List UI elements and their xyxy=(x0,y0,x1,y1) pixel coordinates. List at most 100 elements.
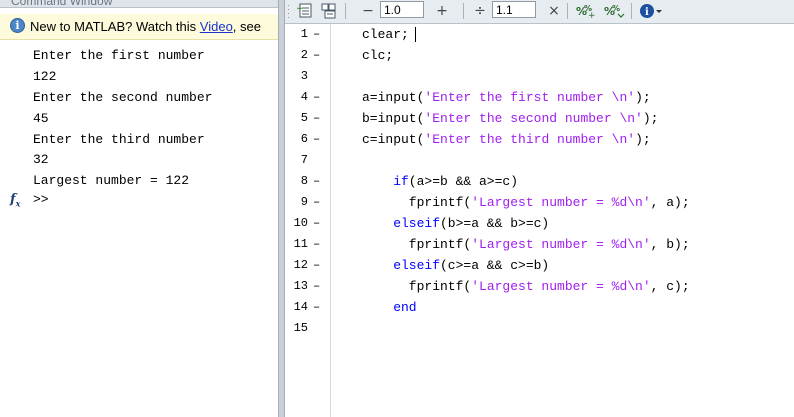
cell-scale-input[interactable] xyxy=(492,1,536,18)
line-number: 5 xyxy=(300,111,308,126)
svg-text:+: + xyxy=(588,11,596,19)
evaluate-cell-icon[interactable]: %% + xyxy=(575,2,597,20)
code-line[interactable]: fprintf('Largest number = %d\n', b); xyxy=(409,237,690,258)
code-line[interactable]: if(a>=b && a>=c) xyxy=(393,174,518,195)
code-line[interactable]: clc; xyxy=(362,48,393,69)
code-line[interactable]: b=input('Enter the second number \n'); xyxy=(362,111,658,132)
line-number: 10 xyxy=(293,216,308,231)
breakpoint-marker[interactable]: – xyxy=(313,279,320,293)
line-number-row[interactable]: 8– xyxy=(285,174,330,195)
string-token: 'Enter the second number \n' xyxy=(424,111,643,127)
line-number-row[interactable]: 13– xyxy=(285,279,330,300)
code-token: ); xyxy=(635,90,651,106)
line-number-row[interactable]: 15 xyxy=(285,321,330,342)
increment-icon[interactable]: + xyxy=(435,2,449,20)
evaluate-advance-icon[interactable]: %% xyxy=(603,2,625,20)
line-number-row[interactable]: 1– xyxy=(285,27,330,48)
line-number-row[interactable]: 5– xyxy=(285,111,330,132)
line-number: 11 xyxy=(293,237,308,252)
line-number-row[interactable]: 2– xyxy=(285,48,330,69)
code-line[interactable]: elseif(c>=a && c>=b) xyxy=(393,258,549,279)
text-caret xyxy=(415,27,416,42)
line-number-row[interactable]: 10– xyxy=(285,216,330,237)
code-line[interactable]: elseif(b>=a && b>=c) xyxy=(393,216,549,237)
pane-divider[interactable] xyxy=(278,0,285,417)
svg-text:+: + xyxy=(296,4,304,14)
line-number-row[interactable]: 7 xyxy=(285,153,330,174)
video-link[interactable]: Video xyxy=(200,19,233,34)
help-info-icon[interactable]: i xyxy=(639,2,663,20)
toolbar-separator xyxy=(463,3,464,19)
line-number: 15 xyxy=(293,321,308,336)
breakpoint-marker[interactable]: – xyxy=(313,258,320,272)
command-output: Enter the first number 122 Enter the sec… xyxy=(33,46,212,192)
code-token: fprintf( xyxy=(408,237,472,253)
toolbar-separator xyxy=(345,3,346,19)
keyword-token: elseif xyxy=(393,258,440,274)
code-token: , c); xyxy=(650,279,690,295)
code-line[interactable]: c=input('Enter the third number \n'); xyxy=(362,132,651,153)
code-area[interactable]: clear; clc; a=input('Enter the first numbe… xyxy=(331,24,794,417)
line-number: 7 xyxy=(300,153,308,168)
breakpoint-marker[interactable]: – xyxy=(313,300,320,314)
command-window[interactable]: Command Window i New to MATLAB? Watch th… xyxy=(0,0,278,417)
cell-increment-input[interactable] xyxy=(380,1,424,18)
insert-cell-icon[interactable]: + xyxy=(295,2,315,20)
breakpoint-marker[interactable]: – xyxy=(313,195,320,209)
line-number-row[interactable]: 6– xyxy=(285,132,330,153)
info-bar-prefix: New to MATLAB? Watch this xyxy=(30,19,200,34)
cell-mode-icon[interactable] xyxy=(319,2,339,20)
multiply-icon[interactable]: × xyxy=(547,2,561,20)
breakpoint-marker[interactable]: – xyxy=(313,27,320,41)
line-number-row[interactable]: 3 xyxy=(285,69,330,90)
svg-text:%: % xyxy=(612,4,620,13)
keyword-token: end xyxy=(393,300,417,316)
output-line: 45 xyxy=(33,110,49,126)
line-number-row[interactable]: 11– xyxy=(285,237,330,258)
breakpoint-marker[interactable]: – xyxy=(313,216,320,230)
command-window-titlebar: Command Window xyxy=(0,0,278,8)
breakpoint-marker[interactable]: – xyxy=(313,174,320,188)
decrement-icon[interactable]: − xyxy=(361,2,375,20)
code-token: fprintf( xyxy=(408,279,472,295)
line-number-row[interactable]: 4– xyxy=(285,90,330,111)
breakpoint-marker[interactable]: – xyxy=(313,237,320,251)
output-line: 32 xyxy=(33,152,49,168)
line-number-row[interactable]: 12– xyxy=(285,258,330,279)
output-line: Largest number = 122 xyxy=(33,173,190,189)
code-token: (a>=b && a>=c) xyxy=(408,174,519,190)
info-bar-suffix: , see xyxy=(232,19,261,34)
divide-icon[interactable]: ÷ xyxy=(473,2,487,20)
command-window-title: Command Window xyxy=(11,0,113,8)
line-number: 3 xyxy=(300,69,308,84)
code-line[interactable]: end xyxy=(393,300,416,321)
code-token: b=input( xyxy=(362,111,425,127)
code-token: , b); xyxy=(650,237,690,253)
command-prompt[interactable]: >> xyxy=(33,192,49,207)
code-token: ); xyxy=(642,111,659,127)
line-number-row[interactable]: 9– xyxy=(285,195,330,216)
code-line[interactable]: fprintf('Largest number = %d\n', c); xyxy=(409,279,690,300)
line-number: 6 xyxy=(300,132,308,147)
code-token: a=input( xyxy=(362,90,425,106)
info-bar-text: New to MATLAB? Watch this Video, see xyxy=(30,19,261,34)
editor-toolbar: + − + ÷ × %%+ %% i xyxy=(285,0,794,24)
breakpoint-marker[interactable]: – xyxy=(313,111,320,125)
code-line[interactable]: clear; xyxy=(362,27,409,48)
breakpoint-marker[interactable]: – xyxy=(313,132,320,146)
string-token: 'Largest number = %d\n' xyxy=(471,237,651,253)
function-browser-icon[interactable]: fx xyxy=(10,192,20,209)
string-token: 'Largest number = %d\n' xyxy=(471,195,651,211)
toolbar-grip-icon xyxy=(287,2,290,20)
code-line[interactable]: a=input('Enter the first number \n'); xyxy=(362,90,651,111)
editor[interactable]: + − + ÷ × %%+ %% i 1–2–34–5–6– xyxy=(285,0,794,417)
code-token: (b>=a && b>=c) xyxy=(440,216,550,232)
breakpoint-marker[interactable]: – xyxy=(313,48,320,62)
breakpoint-marker[interactable]: – xyxy=(313,90,320,104)
code-line[interactable]: fprintf('Largest number = %d\n', a); xyxy=(409,195,690,216)
code-token: fprintf( xyxy=(408,195,472,211)
code-token: c=input( xyxy=(362,132,425,148)
line-number-row[interactable]: 14– xyxy=(285,300,330,321)
line-number: 8 xyxy=(300,174,308,189)
line-number: 13 xyxy=(293,279,308,294)
